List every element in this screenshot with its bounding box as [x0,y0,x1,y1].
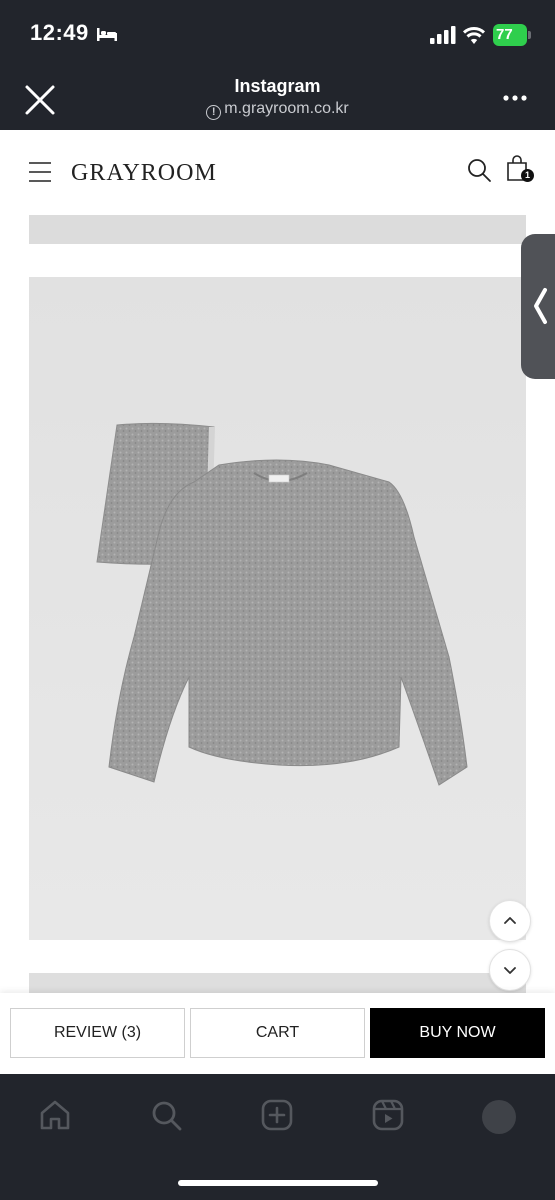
browser-url[interactable]: ! m.grayroom.co.kr [0,100,555,120]
battery-level: 77 [496,26,513,43]
chevron-up-icon [504,917,516,924]
bottom-nav [0,1074,555,1200]
battery-icon: 77 [493,24,531,46]
side-drawer-tab[interactable] [521,234,555,379]
status-time: 12:49 [30,20,89,45]
product-image [29,277,526,940]
create-icon[interactable] [260,1098,294,1132]
home-icon[interactable] [38,1098,72,1132]
signal-icon [430,26,456,44]
wifi-icon [462,27,486,44]
scroll-up-button[interactable] [489,900,531,942]
shopping-bag-icon[interactable]: 1 [505,154,535,184]
review-button[interactable]: REVIEW (3) [10,1008,185,1058]
in-app-browser-header: Instagram ! m.grayroom.co.kr [0,70,555,130]
web-content: GRAYROOM 1 REVIEW (3) CART BUY NOW [0,130,555,1074]
reels-icon[interactable] [371,1098,405,1132]
url-text: m.grayroom.co.kr [224,100,349,117]
site-logo[interactable]: GRAYROOM [71,160,217,187]
previous-image-strip [29,215,526,244]
cart-button[interactable]: CART [190,1008,365,1058]
buy-now-button[interactable]: BUY NOW [370,1008,545,1058]
chevron-down-icon [504,967,516,974]
chevron-left-icon [534,288,547,324]
search-icon[interactable] [149,1098,183,1132]
site-header: GRAYROOM 1 [0,130,555,214]
status-bar: 12:49 77 [0,0,555,70]
profile-avatar[interactable] [482,1100,516,1134]
cart-count-badge: 1 [521,169,534,182]
purchase-action-bar: REVIEW (3) CART BUY NOW [0,993,555,1074]
scroll-down-button[interactable] [489,949,531,991]
bed-icon [97,28,117,41]
browser-title: Instagram [234,76,321,96]
menu-icon[interactable] [28,160,52,184]
search-icon[interactable] [466,157,492,183]
info-icon: ! [206,105,222,120]
home-indicator [178,1180,378,1186]
more-icon[interactable] [500,88,530,108]
